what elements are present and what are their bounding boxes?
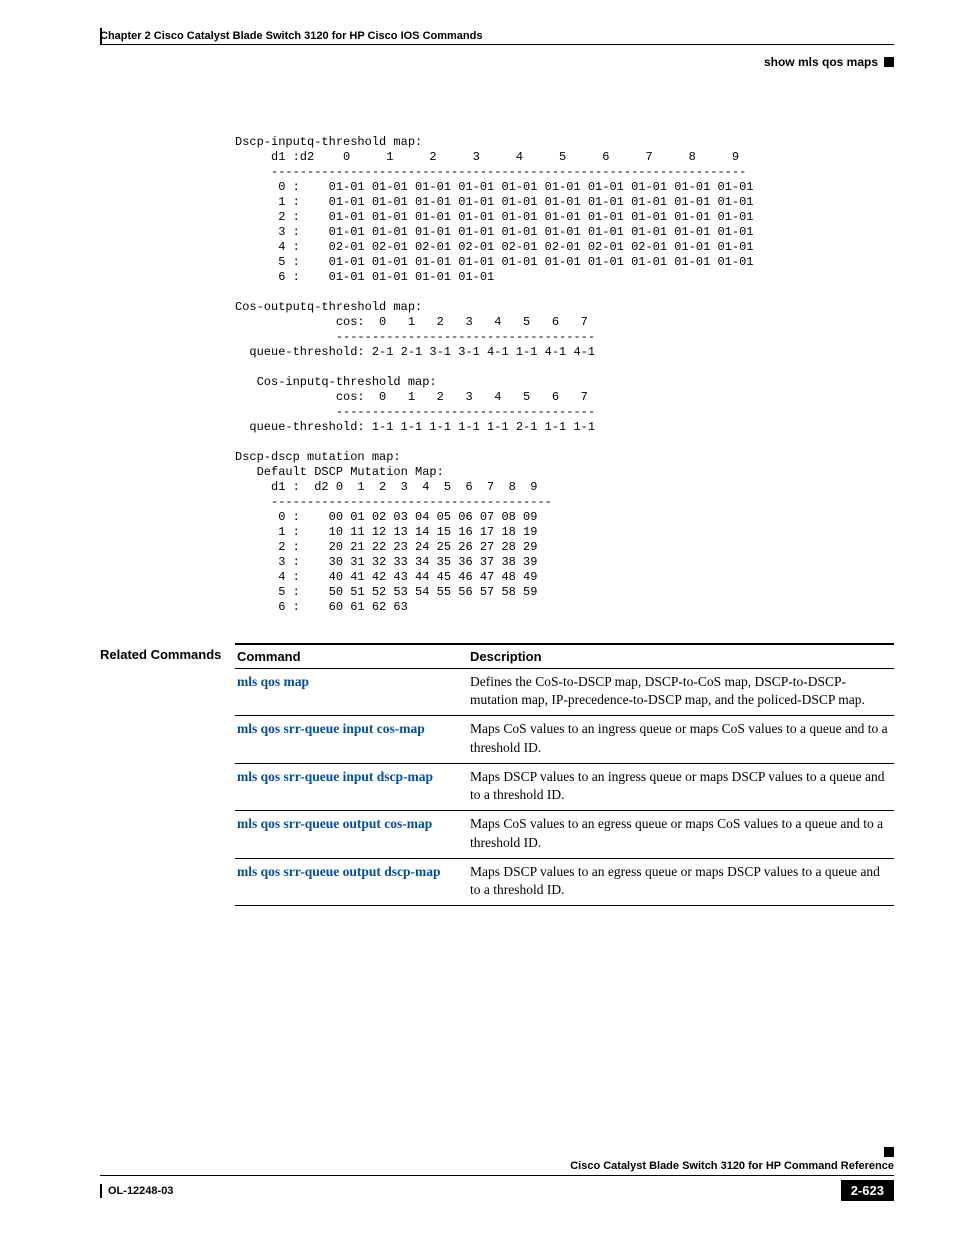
cmd-desc: Maps CoS values to an egress queue or ma… bbox=[468, 811, 894, 858]
breadcrumb-square-icon bbox=[884, 57, 894, 67]
col-description: Description bbox=[468, 644, 894, 669]
breadcrumb: show mls qos maps bbox=[764, 55, 894, 69]
col-command: Command bbox=[235, 644, 468, 669]
header-left-bar bbox=[100, 28, 102, 44]
cmd-desc: Defines the CoS-to-DSCP map, DSCP-to-CoS… bbox=[468, 669, 894, 716]
running-head: Chapter 2 Cisco Catalyst Blade Switch 31… bbox=[100, 30, 894, 42]
footer-doc-id: OL-12248-03 bbox=[108, 1185, 173, 1197]
cmd-link[interactable]: mls qos map bbox=[235, 669, 468, 716]
table-row: mls qos srr-queue input cos-map Maps CoS… bbox=[235, 716, 894, 763]
cmd-desc: Maps DSCP values to an egress queue or m… bbox=[468, 858, 894, 905]
table-row: mls qos srr-queue output cos-map Maps Co… bbox=[235, 811, 894, 858]
table-row: mls qos srr-queue input dscp-map Maps DS… bbox=[235, 763, 894, 810]
footer-book-title: Cisco Catalyst Blade Switch 3120 for HP … bbox=[100, 1160, 894, 1172]
footer-rule bbox=[100, 1175, 894, 1176]
cmd-desc: Maps DSCP values to an ingress queue or … bbox=[468, 763, 894, 810]
table-row: mls qos srr-queue output dscp-map Maps D… bbox=[235, 858, 894, 905]
command-output: Dscp-inputq-threshold map: d1 :d2 0 1 2 … bbox=[235, 135, 894, 615]
related-commands-table: Command Description mls qos map Defines … bbox=[235, 643, 894, 906]
cmd-link[interactable]: mls qos srr-queue output dscp-map bbox=[235, 858, 468, 905]
breadcrumb-text: show mls qos maps bbox=[764, 55, 878, 69]
cmd-link[interactable]: mls qos srr-queue input dscp-map bbox=[235, 763, 468, 810]
footer-left-bar bbox=[100, 1184, 102, 1198]
cmd-link[interactable]: mls qos srr-queue output cos-map bbox=[235, 811, 468, 858]
table-row: mls qos map Defines the CoS-to-DSCP map,… bbox=[235, 669, 894, 716]
cmd-link[interactable]: mls qos srr-queue input cos-map bbox=[235, 716, 468, 763]
footer: Cisco Catalyst Blade Switch 3120 for HP … bbox=[100, 1160, 894, 1201]
cmd-desc: Maps CoS values to an ingress queue or m… bbox=[468, 716, 894, 763]
related-commands-label: Related Commands bbox=[100, 643, 235, 906]
chapter-title: Chapter 2 Cisco Catalyst Blade Switch 31… bbox=[100, 30, 482, 42]
footer-square-icon bbox=[884, 1147, 894, 1157]
header-rule bbox=[100, 44, 894, 45]
page-number: 2-623 bbox=[841, 1180, 894, 1201]
